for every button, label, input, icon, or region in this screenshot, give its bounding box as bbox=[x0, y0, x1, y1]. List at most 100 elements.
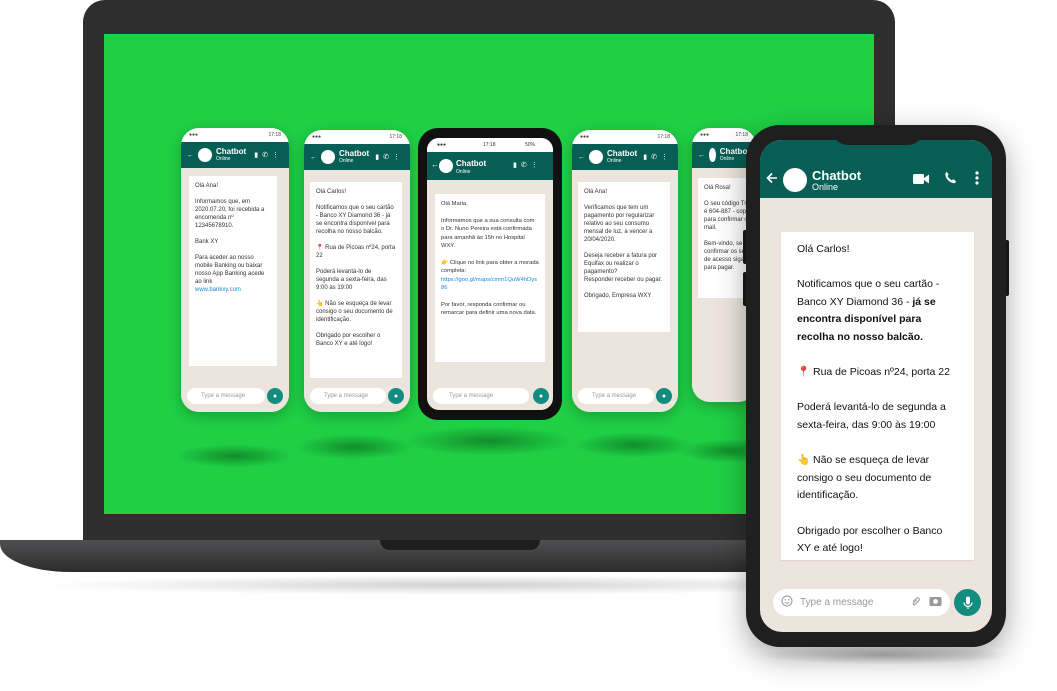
header-actions-icon[interactable]: ▮✆⋮ bbox=[513, 161, 542, 169]
chat-header: ← Chatbot Online ▮✆⋮ bbox=[427, 152, 553, 180]
back-arrow-icon[interactable] bbox=[766, 171, 778, 189]
chat-status: Online bbox=[812, 182, 839, 192]
message-text: Obrigado, Empresa WXY bbox=[584, 293, 652, 299]
message-text: 📍 Rua de Picoas nº24, porta 22 bbox=[316, 245, 396, 259]
message-bubble: Olá Ana! Verificamos que tem um pagament… bbox=[578, 182, 670, 332]
message-input[interactable]: Type a message bbox=[433, 388, 529, 404]
input-placeholder: Type a message bbox=[324, 393, 369, 399]
chat-status: Online bbox=[607, 158, 622, 164]
message-card-notice: Notificamos que o seu cartão - Banco XY … bbox=[797, 276, 958, 346]
chat-name: Chatbot bbox=[339, 149, 370, 158]
status-bar: ●●● 17:18 bbox=[692, 128, 756, 142]
chat-name: Chatbot bbox=[456, 159, 487, 168]
back-arrow-icon[interactable]: ← bbox=[187, 152, 194, 159]
message-text: Informamos que, em 2020.07.20, foi receb… bbox=[195, 199, 265, 229]
phone-shadow bbox=[404, 426, 574, 456]
message-text: 👉 Clique no link para obter a morada com… bbox=[441, 259, 539, 275]
message-greeting: Olá Maria, bbox=[441, 201, 468, 207]
message-text: Responder receber ou pagar. bbox=[584, 277, 663, 283]
back-arrow-icon[interactable]: ← bbox=[310, 154, 317, 161]
phone-shadow bbox=[574, 432, 694, 458]
input-placeholder: Type a message bbox=[201, 393, 246, 399]
message-text: 👆 Não se esqueça de levar consigo o seu … bbox=[316, 301, 393, 323]
chat-name: Chatbot bbox=[607, 149, 638, 158]
back-arrow-icon[interactable]: ← bbox=[431, 160, 439, 169]
chat-area: Olá Ana! Informamos que, em 2020.07.20, … bbox=[181, 168, 289, 412]
signal-icon: ●●● bbox=[437, 142, 447, 148]
laptop-notch bbox=[380, 540, 540, 550]
message-input[interactable]: Type a message bbox=[187, 388, 265, 404]
mic-icon[interactable]: ● bbox=[533, 388, 549, 404]
message-greeting: Olá Carlos! bbox=[797, 243, 850, 255]
message-greeting: Olá Ana! bbox=[195, 183, 219, 189]
message-greeting: Olá Ana! bbox=[584, 189, 608, 195]
avatar bbox=[198, 148, 212, 162]
status-bar: ●●● 17:18 bbox=[181, 128, 289, 142]
mic-icon[interactable] bbox=[954, 589, 981, 616]
status-bar: ●●● 17:18 50% bbox=[427, 138, 553, 152]
status-time: 17:18 bbox=[483, 142, 496, 148]
message-link[interactable]: www.bankxy.com bbox=[195, 286, 271, 294]
message-text: Verificamos que tem um pagamento por reg… bbox=[584, 205, 655, 243]
mic-icon[interactable]: ● bbox=[388, 388, 404, 404]
message-reminder: 👆 Não se esqueça de levar consigo o seu … bbox=[797, 452, 958, 505]
chat-status: Online bbox=[216, 156, 231, 162]
chat-header: ← Chatbot Online ▮✆⋮ bbox=[572, 144, 678, 170]
message-text: Poderá levantá-lo de segunda a sexta-fei… bbox=[797, 401, 946, 431]
input-placeholder: Type a message bbox=[800, 597, 874, 608]
message-bubble: Olá Maria, Informamos que a sua consulta… bbox=[435, 194, 545, 362]
phone-4: ●●● 17:18 ← Chatbot Online ▮✆⋮ Olá Ana! Ve… bbox=[572, 130, 678, 412]
message-text: Bank XY bbox=[195, 239, 219, 245]
message-link[interactable]: https://goo.gl/maps/cmm1QuW4hDys86 bbox=[441, 276, 539, 293]
avatar bbox=[709, 148, 716, 162]
chat-status: Online bbox=[456, 169, 471, 175]
phone-drop-shadow bbox=[760, 645, 1010, 665]
avatar bbox=[589, 150, 603, 164]
message-text: Obrigado por escolher o Banco XY e até l… bbox=[316, 333, 381, 347]
phone-icon[interactable] bbox=[944, 171, 957, 189]
message-bubble: Olá Carlos! Notificamos que o seu cartão… bbox=[310, 182, 402, 378]
header-actions-icon[interactable]: ▮✆⋮ bbox=[643, 153, 672, 161]
message-text: Poderá levantá-lo de segunda a sexta-fei… bbox=[316, 269, 387, 291]
pin-icon: 📍 bbox=[797, 366, 811, 379]
message-text: Obrigado por escolher o Banco XY e até l… bbox=[797, 524, 943, 555]
pointing-hand-icon: 👆 bbox=[797, 454, 811, 467]
chat-name: Chatbot bbox=[216, 147, 247, 156]
phone-shadow bbox=[174, 444, 294, 468]
message-text: Não se esqueça de levar consigo o seu do… bbox=[797, 454, 932, 502]
mic-icon[interactable]: ● bbox=[656, 388, 672, 404]
chat-status: Online bbox=[339, 158, 354, 164]
header-actions-icon[interactable]: ▮✆⋮ bbox=[254, 151, 283, 159]
message-text: Deseja receber a fatura por Equifax ou r… bbox=[584, 253, 658, 275]
message-bubble: Olá Ana! Informamos que, em 2020.07.20, … bbox=[189, 176, 277, 366]
back-arrow-icon[interactable]: ← bbox=[698, 152, 705, 159]
video-call-icon[interactable] bbox=[913, 172, 929, 190]
camera-icon[interactable] bbox=[929, 595, 942, 610]
attach-icon[interactable] bbox=[910, 595, 922, 610]
status-bar: ●●● 17:18 bbox=[304, 130, 410, 144]
mic-icon[interactable]: ● bbox=[267, 388, 283, 404]
chat-header: ← Chatbot Online ▮✆⋮ bbox=[181, 142, 289, 168]
chat-area: Olá Ana! Verificamos que tem um pagament… bbox=[572, 170, 678, 412]
phone-2: ●●● 17:18 ← Chatbot Online ▮✆⋮ Olá Carlos!… bbox=[304, 130, 410, 412]
menu-dots-icon[interactable] bbox=[975, 171, 979, 190]
input-placeholder: Type a message bbox=[449, 393, 494, 399]
message-input[interactable]: Type a message bbox=[310, 388, 386, 404]
avatar bbox=[783, 168, 807, 192]
message-input[interactable]: Type a message bbox=[578, 388, 654, 404]
header-actions-icon[interactable]: ▮✆⋮ bbox=[375, 153, 404, 161]
status-battery: 50% bbox=[525, 142, 536, 148]
message-text: Notificamos que o seu cartão - Banco XY … bbox=[316, 205, 394, 235]
center-phone-notch bbox=[470, 128, 510, 137]
center-phone-screen: ●●● 17:18 50% ← Chatbot Online ▮✆⋮ Olá M… bbox=[427, 138, 553, 410]
message-input[interactable]: Type a message bbox=[773, 589, 950, 616]
message-text: Rua de Picoas nº24, porta 22 bbox=[813, 366, 950, 379]
emoji-icon[interactable] bbox=[781, 595, 793, 610]
phone-1: ●●● 17:18 ← Chatbot Online ▮✆⋮ Olá Ana! In… bbox=[181, 128, 289, 412]
message-text: Por favor, responda confirmar ou remarca… bbox=[441, 301, 537, 317]
message-address: 📍 Rua de Picoas nº24, porta 22 bbox=[797, 364, 958, 382]
big-phone-notch bbox=[832, 125, 924, 145]
message-bubble: Olá Carlos! Notificamos que o seu cartão… bbox=[781, 232, 974, 560]
back-arrow-icon[interactable]: ← bbox=[578, 154, 585, 161]
chat-area: Olá Carlos! Notificamos que o seu cartão… bbox=[304, 170, 410, 412]
